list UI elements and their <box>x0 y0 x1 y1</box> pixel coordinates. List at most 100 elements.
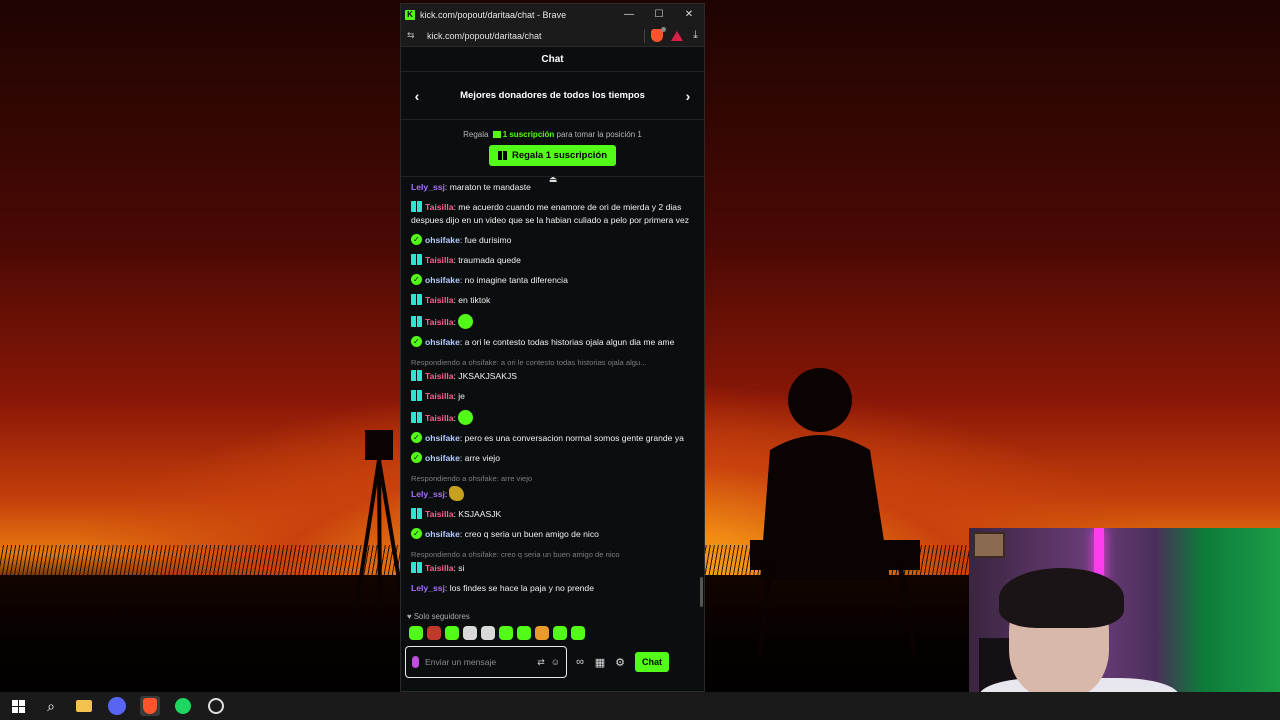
message-line: Taisilla: en tiktok <box>411 294 694 307</box>
leaderboard-bar: ‹ Mejores donadores de todos los tiempos… <box>401 72 704 120</box>
close-button[interactable]: ✕ <box>674 9 704 20</box>
verified-badge-icon[interactable] <box>411 273 422 286</box>
subscriber-badge-icon[interactable] <box>411 370 422 381</box>
points-icon[interactable]: ∞ <box>573 656 587 668</box>
subscriber-badge-icon[interactable] <box>411 562 422 573</box>
chat-message-input[interactable]: Enviar un mensaje ⇄ ☺ <box>405 646 567 678</box>
username[interactable]: Taisilla <box>425 255 454 265</box>
verified-badge-icon[interactable] <box>411 233 422 246</box>
gift-icon <box>492 131 501 138</box>
collapse-pinned-icon[interactable]: ⏏ <box>548 177 558 186</box>
emote-button[interactable] <box>517 626 531 640</box>
subscriber-badge-icon[interactable] <box>411 201 422 212</box>
chat-message: Taisilla: <box>411 410 694 425</box>
username[interactable]: ohsifake <box>425 433 460 443</box>
message-line: Taisilla: si <box>411 562 694 575</box>
username[interactable]: ohsifake <box>425 337 460 347</box>
emote-button[interactable] <box>499 626 513 640</box>
subscriber-badge-icon[interactable] <box>411 412 422 423</box>
username[interactable]: Taisilla <box>425 295 454 305</box>
download-icon[interactable]: ⤓ <box>693 29 698 42</box>
emote-button[interactable] <box>463 626 477 640</box>
username[interactable]: ohsifake <box>425 275 460 285</box>
username[interactable]: ohsifake <box>425 529 460 539</box>
gift-prompt: Regala 1 suscripción para tomar la posic… <box>463 130 642 139</box>
spotify-icon[interactable] <box>173 696 193 716</box>
message-text: : no imagine tanta diferencia <box>459 275 568 285</box>
site-settings-icon[interactable]: ⇆ <box>407 30 423 41</box>
message-text: : en tiktok <box>453 295 491 305</box>
webcam-wall-frame <box>973 532 1005 558</box>
chat-scrollbar[interactable] <box>700 577 703 607</box>
gear-icon[interactable]: ⚙ <box>613 656 627 669</box>
emote-icon <box>449 486 465 501</box>
message-text: : a ori le contesto todas historias ojal… <box>459 337 675 347</box>
start-button[interactable] <box>8 696 28 716</box>
username[interactable]: Lely_ssj <box>411 182 445 192</box>
subscriber-badge-icon[interactable] <box>411 294 422 305</box>
translate-icon[interactable]: ⇄ <box>537 657 545 668</box>
message-text: : me acuerdo cuando me enamore de ori de… <box>411 202 690 225</box>
mic-icon[interactable] <box>412 656 419 668</box>
file-explorer-icon[interactable] <box>74 696 94 716</box>
chat-input-placeholder[interactable]: Enviar un mensaje <box>425 657 531 667</box>
verified-badge-icon[interactable] <box>411 451 422 464</box>
verified-badge-icon[interactable] <box>411 431 422 444</box>
subscriber-badge-icon[interactable] <box>411 316 422 327</box>
emote-button[interactable] <box>427 626 441 640</box>
message-text: : <box>453 317 456 327</box>
send-chat-button[interactable]: Chat <box>635 652 669 672</box>
brave-browser-icon[interactable] <box>140 696 160 716</box>
message-line: Lely_ssj: <box>411 486 694 501</box>
reply-context[interactable]: Respondiendo a ohsifake: creo q seria un… <box>411 548 694 561</box>
username[interactable]: Taisilla <box>425 317 454 327</box>
emote-button[interactable] <box>481 626 495 640</box>
obs-icon[interactable] <box>206 696 226 716</box>
message-text: : traumada quede <box>453 255 521 265</box>
gift-sub-button[interactable]: Regala 1 suscripción <box>488 145 617 166</box>
address-bar: ⇆ kick.com/popout/daritaa/chat ⤓ <box>401 25 704 47</box>
minimize-button[interactable]: — <box>614 9 644 20</box>
emote-button[interactable] <box>571 626 585 640</box>
message-text: : creo q seria un buen amigo de nico <box>459 529 599 539</box>
username[interactable]: Taisilla <box>425 202 454 212</box>
username[interactable]: ohsifake <box>425 453 460 463</box>
verified-badge-icon[interactable] <box>411 527 422 540</box>
username[interactable]: Taisilla <box>425 371 454 381</box>
emoji-icon[interactable]: ☺ <box>551 657 560 667</box>
username[interactable]: Taisilla <box>425 563 454 573</box>
username[interactable]: Taisilla <box>425 391 454 401</box>
maximize-button[interactable]: ☐ <box>644 9 674 20</box>
chevron-right-icon[interactable]: › <box>680 88 696 104</box>
brave-rewards-icon[interactable] <box>671 30 684 41</box>
gift-button-label: Regala 1 suscripción <box>511 150 608 161</box>
verified-badge-icon[interactable] <box>411 335 422 348</box>
url-field[interactable]: kick.com/popout/daritaa/chat <box>423 31 638 41</box>
chat-messages[interactable]: ⏏ Lely_ssj: maraton te mandaste Taisilla:… <box>401 177 704 610</box>
username[interactable]: ohsifake <box>425 235 460 245</box>
brave-shields-icon[interactable] <box>651 27 667 42</box>
emote-button[interactable] <box>553 626 567 640</box>
subscriber-badge-icon[interactable] <box>411 254 422 265</box>
chat-message: ohsifake: no imagine tanta diferencia <box>411 273 694 287</box>
subscriber-badge-icon[interactable] <box>411 508 422 519</box>
search-icon[interactable]: ⌕ <box>41 696 61 716</box>
username[interactable]: Lely_ssj <box>411 489 445 499</box>
emote-button[interactable] <box>535 626 549 640</box>
browser-window: K kick.com/popout/daritaa/chat - Brave —… <box>400 3 705 692</box>
emote-button[interactable] <box>409 626 423 640</box>
emote-button[interactable] <box>445 626 459 640</box>
message-line: ohsifake: a ori le contesto todas histor… <box>411 335 694 349</box>
message-text: : <box>453 413 456 423</box>
message-text: : KSJAASJK <box>453 509 502 519</box>
store-icon[interactable]: ▦ <box>593 656 607 669</box>
discord-icon[interactable] <box>107 696 127 716</box>
chevron-left-icon[interactable]: ‹ <box>409 88 425 104</box>
username[interactable]: Lely_ssj <box>411 583 445 593</box>
reply-context[interactable]: Respondiendo a ohsifake: a ori le contes… <box>411 356 694 369</box>
reply-context[interactable]: Respondiendo a ohsifake: arre viejo <box>411 472 694 485</box>
chat-message: Taisilla: me acuerdo cuando me enamore d… <box>411 201 694 227</box>
username[interactable]: Taisilla <box>425 509 454 519</box>
username[interactable]: Taisilla <box>425 413 454 423</box>
subscriber-badge-icon[interactable] <box>411 390 422 401</box>
